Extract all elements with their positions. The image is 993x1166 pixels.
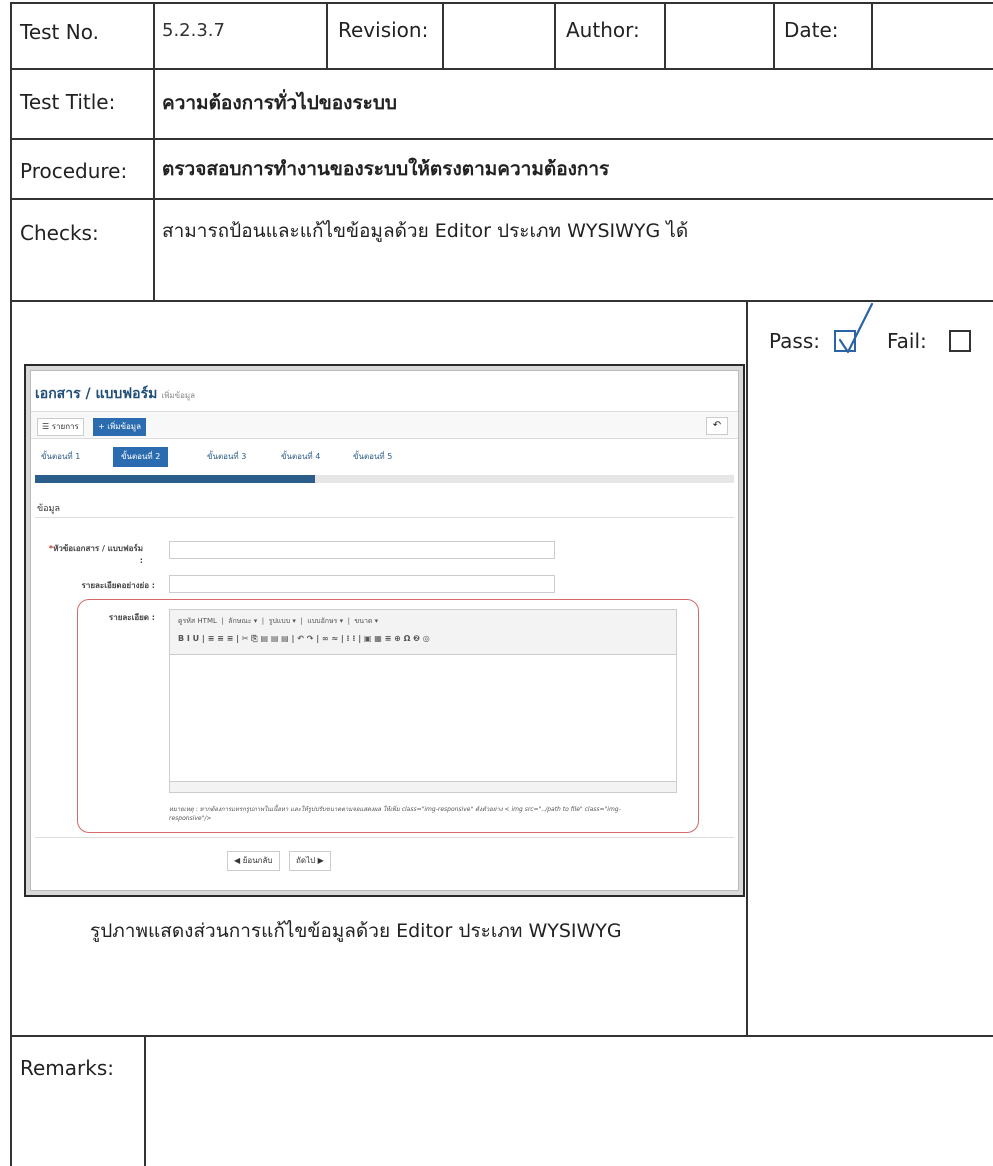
fail-checkbox[interactable] bbox=[949, 330, 971, 352]
date-label: Date: bbox=[784, 18, 839, 42]
step-progress-bar bbox=[35, 475, 734, 483]
title-input[interactable] bbox=[169, 541, 555, 559]
back-button[interactable]: ◀ ย้อนกลับ bbox=[227, 851, 280, 871]
back-arrow-icon[interactable]: ↶ bbox=[706, 417, 728, 435]
remarks-label: Remarks: bbox=[20, 1056, 115, 1080]
checks-label: Checks: bbox=[20, 221, 99, 245]
wysiwyg-editor[interactable]: ดูรหัส HTML | ลักษณะ ▾ | รูปแบบ ▾ | แบบอ… bbox=[169, 609, 677, 793]
fail-label: Fail: bbox=[887, 329, 927, 353]
test-no-value: 5.2.3.7 bbox=[162, 20, 225, 41]
test-title-label: Test Title: bbox=[20, 90, 116, 114]
pass-label: Pass: bbox=[769, 329, 820, 353]
procedure-value: ตรวจสอบการทำงานของระบบให้ตรงตามความต้องก… bbox=[162, 158, 610, 180]
field-detail-label: รายละเอียด : bbox=[108, 613, 155, 622]
revision-label: Revision: bbox=[338, 18, 429, 42]
step-tabs: ขั้นตอนที่ 1 ขั้นตอนที่ 2 ขั้นตอนที่ 3 ข… bbox=[35, 447, 732, 467]
editor-note: หมายเหตุ : หากต้องการแทรกรูปภาพในเนื้อหา… bbox=[169, 806, 621, 822]
checks-value: สามารถป้อนและแก้ไขข้อมูลด้วย Editor ประเ… bbox=[162, 220, 689, 242]
step-5[interactable]: ขั้นตอนที่ 5 bbox=[353, 447, 392, 467]
test-title-value: ความต้องการทั่วไปของระบบ bbox=[162, 92, 397, 114]
author-label: Author: bbox=[566, 18, 640, 42]
section-label: ข้อมูล bbox=[37, 504, 61, 514]
test-no-label: Test No. bbox=[20, 20, 99, 44]
summary-input[interactable] bbox=[169, 575, 555, 593]
list-button[interactable]: ☰ รายการ bbox=[37, 418, 84, 436]
figure-caption: รูปภาพแสดงส่วนการแก้ไขข้อมูลด้วย Editor … bbox=[90, 920, 622, 942]
editor-toolbar-row1[interactable]: ดูรหัส HTML | ลักษณะ ▾ | รูปแบบ ▾ | แบบอ… bbox=[178, 616, 378, 627]
checkmark-icon bbox=[838, 302, 874, 354]
test-case-form: Test No. 5.2.3.7 Revision: Author: Date:… bbox=[10, 0, 993, 1166]
screenshot-toolbar: ☰ รายการ + เพิ่มข้อมูล ↶ bbox=[31, 411, 738, 439]
field-summary-label: รายละเอียดอย่างย่อ : bbox=[81, 581, 155, 590]
step-1[interactable]: ขั้นตอนที่ 1 bbox=[41, 447, 80, 467]
field-title-label: *หัวข้อเอกสาร / แบบฟอร์ม : bbox=[48, 544, 143, 565]
procedure-label: Procedure: bbox=[20, 159, 128, 183]
screenshot-title: เอกสาร / แบบฟอร์ม เพิ่มข้อมูล bbox=[35, 386, 196, 402]
add-button[interactable]: + เพิ่มข้อมูล bbox=[93, 418, 146, 436]
embedded-screenshot: เอกสาร / แบบฟอร์ม เพิ่มข้อมูล ☰ รายการ + … bbox=[24, 364, 745, 897]
next-button[interactable]: ถัดไป ▶ bbox=[289, 851, 331, 871]
step-4[interactable]: ขั้นตอนที่ 4 bbox=[281, 447, 320, 467]
step-2[interactable]: ขั้นตอนที่ 2 bbox=[113, 447, 169, 467]
step-3[interactable]: ขั้นตอนที่ 3 bbox=[207, 447, 246, 467]
editor-toolbar: ดูรหัส HTML | ลักษณะ ▾ | รูปแบบ ▾ | แบบอ… bbox=[170, 610, 676, 655]
editor-toolbar-row2[interactable]: B I U | ≡ ≡ ≡ | ✂ ⎘ ▤ ▤ ▤ | ↶ ↷ | ∞ ≈ | … bbox=[178, 634, 430, 644]
